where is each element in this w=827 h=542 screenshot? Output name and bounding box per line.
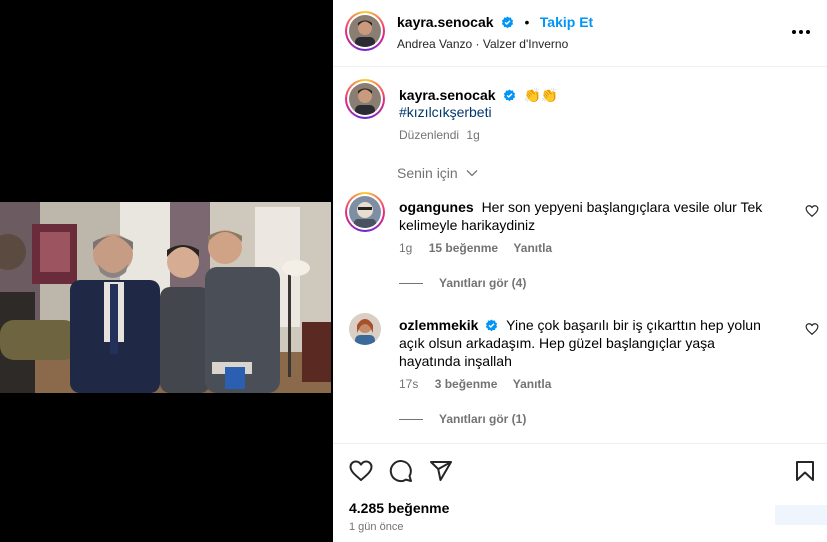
more-horizontal-icon[interactable] (789, 22, 813, 42)
view-replies-label: Yanıtları gör (1) (439, 412, 527, 426)
author-avatar-image (349, 15, 381, 47)
view-replies-label: Yanıtları gör (4) (439, 276, 527, 290)
caption-username[interactable]: kayra.senocak (399, 87, 496, 103)
comment-sort-dropdown[interactable]: Senin için (397, 165, 478, 181)
comment-meta: 1g 15 beğenme Yanıtla (399, 241, 552, 255)
comment-body: ozlemmekik Yine çok başarılı bir iş çıka… (399, 316, 779, 370)
comment-time[interactable]: 17s (399, 377, 418, 391)
replies-divider (399, 283, 423, 285)
author-username[interactable]: kayra.senocak (397, 14, 494, 30)
caption-meta: Düzenlendi 1g (399, 128, 480, 142)
bookmark-icon[interactable] (793, 459, 817, 483)
comment-sort-label: Senin için (397, 165, 458, 181)
comment-bubble-icon[interactable] (389, 459, 413, 483)
verified-badge-icon (503, 89, 516, 102)
post-photo-image (0, 202, 331, 393)
comment-username[interactable]: ozlemmekik (399, 317, 478, 333)
replies-divider (399, 419, 423, 421)
comment-time[interactable]: 1g (399, 241, 412, 255)
post-header: kayra.senocak • Takip Et Andrea Vanzo · … (333, 0, 827, 67)
comment-avatar[interactable] (345, 192, 385, 232)
caption: kayra.senocak 👏👏 (399, 86, 558, 105)
comment-avatar-image (349, 313, 381, 345)
paper-plane-icon[interactable] (429, 459, 453, 483)
caption-emoji: 👏👏 (523, 87, 559, 103)
post-photo[interactable] (0, 202, 331, 393)
faded-overlay-button (775, 505, 827, 525)
verified-badge-icon (486, 319, 498, 332)
comment-like-heart-icon[interactable] (805, 204, 819, 218)
caption-author-avatar[interactable] (345, 79, 385, 119)
comment-avatar-image (349, 196, 381, 228)
caption-author-avatar-image (349, 83, 381, 115)
view-replies-button[interactable]: Yanıtları gör (4) (399, 276, 526, 290)
caption-time: 1g (466, 128, 480, 142)
post-details-panel: kayra.senocak • Takip Et Andrea Vanzo · … (333, 0, 827, 542)
comment-username[interactable]: ogangunes (399, 199, 474, 215)
caption-hashtag[interactable]: #kızılcıkşerbeti (399, 104, 492, 120)
verified-badge-icon (501, 16, 514, 29)
comment-like-heart-icon[interactable] (805, 322, 819, 336)
comment-avatar[interactable] (349, 313, 381, 345)
heart-icon[interactable] (349, 459, 373, 483)
comment-likes-count[interactable]: 15 beğenme (429, 241, 498, 255)
actions-divider (333, 443, 827, 444)
follow-separator: • (524, 14, 530, 30)
view-replies-button[interactable]: Yanıtları gör (1) (399, 412, 526, 426)
post-media[interactable] (0, 0, 333, 542)
author-avatar[interactable] (345, 11, 385, 51)
comment-likes-count[interactable]: 3 beğenme (435, 377, 498, 391)
reply-button[interactable]: Yanıtla (513, 241, 552, 255)
comment-body: ogangunes Her son yepyeni başlangıçlara … (399, 198, 769, 234)
follow-button[interactable]: Takip Et (540, 14, 593, 30)
post-time[interactable]: 1 gün önce (349, 521, 403, 533)
chevron-down-icon (466, 170, 478, 177)
likes-count[interactable]: 4.285 beğenme (349, 500, 449, 516)
comment-meta: 17s 3 beğenme Yanıtla (399, 377, 551, 391)
audio-track-link[interactable]: Andrea Vanzo · Valzer d'Inverno (397, 37, 568, 51)
reply-button[interactable]: Yanıtla (513, 377, 552, 391)
edited-label: Düzenlendi (399, 128, 460, 142)
